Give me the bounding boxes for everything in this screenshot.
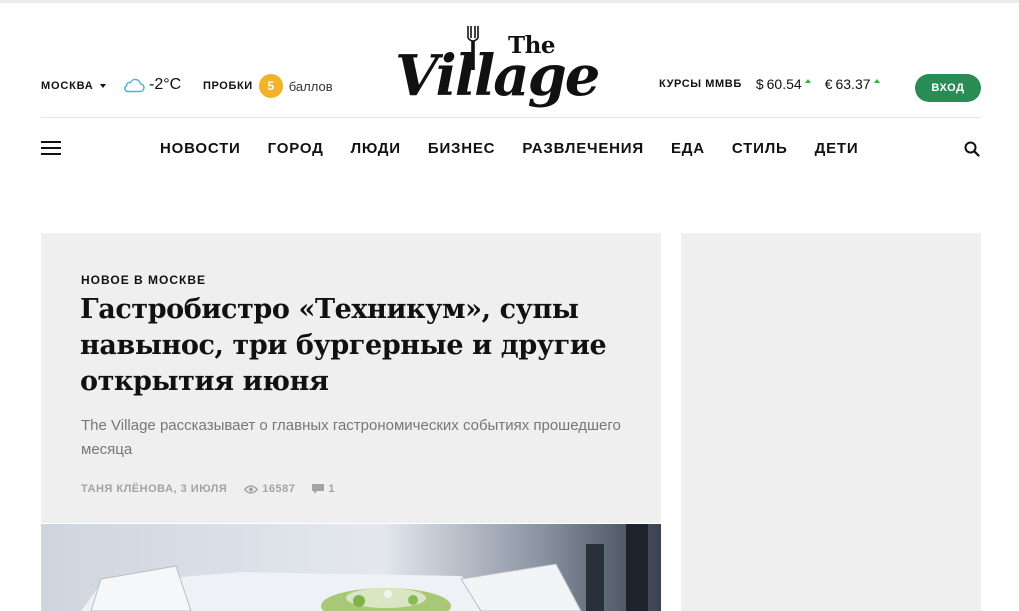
food-photo-image xyxy=(41,524,661,611)
article-rubric[interactable]: НОВОЕ В МОСКВЕ xyxy=(81,273,206,287)
rate-eur: € 63.37 xyxy=(825,76,880,92)
top-strip xyxy=(0,0,1019,3)
nav-item-news[interactable]: НОВОСТИ xyxy=(160,140,241,157)
arrow-up-icon xyxy=(873,79,880,83)
traffic-label: ПРОБКИ xyxy=(203,80,253,92)
weather-widget[interactable]: -2°C xyxy=(122,76,181,94)
cloud-icon xyxy=(124,78,145,93)
sidebar-banner xyxy=(681,233,981,611)
traffic-score-badge: 5 xyxy=(258,74,283,98)
nav-item-food[interactable]: ЕДА xyxy=(671,140,705,157)
exchange-rates: КУРСЫ ММВБ $ 60.54 € 63.37 xyxy=(659,76,886,92)
eye-icon xyxy=(244,484,259,494)
header-divider xyxy=(41,117,981,118)
article-meta: ТАНЯ КЛЁНОВА, 3 ИЮЛЯ 16587 1 xyxy=(81,483,335,495)
main-nav: НОВОСТИ ГОРОД ЛЮДИ БИЗНЕС РАЗВЛЕЧЕНИЯ ЕД… xyxy=(160,140,858,157)
rates-label: КУРСЫ ММВБ xyxy=(659,78,742,90)
comments-count: 1 xyxy=(328,483,335,495)
article-photo[interactable] xyxy=(41,524,661,611)
city-selector[interactable]: МОСКВА xyxy=(41,80,106,92)
rate-value: 63.37 xyxy=(835,76,871,92)
article-comments[interactable]: 1 xyxy=(312,483,335,495)
temperature: -2°C xyxy=(149,76,182,93)
nav-item-kids[interactable]: ДЕТИ xyxy=(815,140,859,157)
article-author-date: ТАНЯ КЛЁНОВА, 3 ИЮЛЯ xyxy=(81,483,228,495)
site-logo[interactable]: The Village xyxy=(393,22,633,130)
nav-item-business[interactable]: БИЗНЕС xyxy=(428,140,495,157)
article-views: 16587 xyxy=(244,483,295,495)
article-lead: The Village рассказывает о главных гастр… xyxy=(81,417,621,458)
featured-article[interactable]: НОВОЕ В МОСКВЕ Гастробистро «Техникум», … xyxy=(41,233,661,523)
chevron-down-icon xyxy=(99,84,106,88)
login-button[interactable]: ВХОД xyxy=(915,74,981,102)
nav-item-city[interactable]: ГОРОД xyxy=(268,140,324,157)
nav-item-people[interactable]: ЛЮДИ xyxy=(351,140,401,157)
city-label: МОСКВА xyxy=(41,80,94,92)
arrow-up-icon xyxy=(804,79,811,83)
comment-icon xyxy=(312,483,325,494)
rate-value: 60.54 xyxy=(766,76,802,92)
nav-item-entertainment[interactable]: РАЗВЛЕЧЕНИЯ xyxy=(522,140,644,157)
article-title[interactable]: Гастробистро «Техникум», супы навынос, т… xyxy=(80,292,620,400)
search-icon[interactable] xyxy=(964,141,980,157)
logo-village: Village xyxy=(395,43,600,109)
currency-symbol: $ xyxy=(755,76,764,92)
menu-icon[interactable] xyxy=(41,141,61,155)
traffic-widget[interactable]: ПРОБКИ 5 баллов xyxy=(203,74,333,98)
traffic-unit: баллов xyxy=(288,78,333,94)
currency-symbol: € xyxy=(824,76,833,92)
nav-item-style[interactable]: СТИЛЬ xyxy=(732,140,788,157)
rate-usd: $ 60.54 xyxy=(756,76,811,92)
views-count: 16587 xyxy=(262,483,296,495)
